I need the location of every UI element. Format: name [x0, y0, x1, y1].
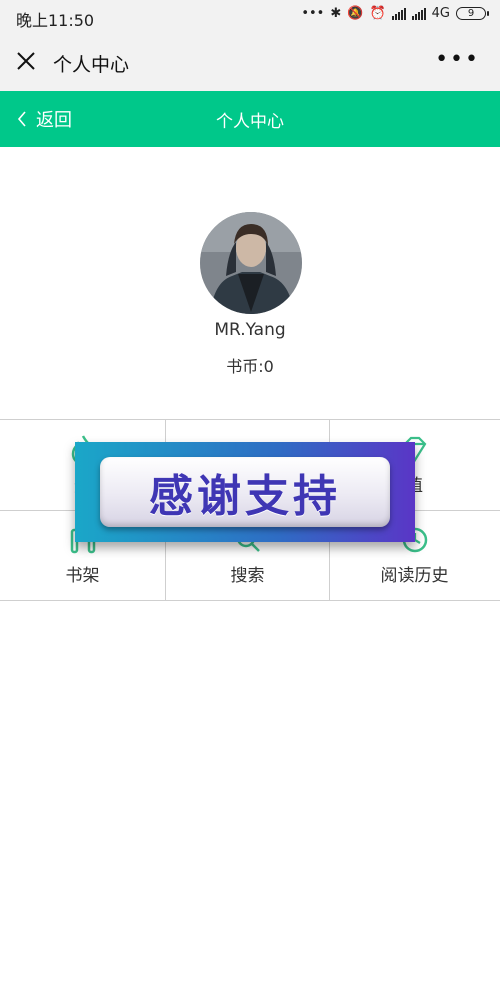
- page-title: 个人中心: [216, 112, 284, 132]
- bluetooth-icon: ✱: [330, 6, 342, 21]
- avatar-image: [200, 212, 302, 314]
- thanks-plate: 感谢支持: [100, 457, 390, 527]
- page-header: 返回 个人中心: [0, 91, 500, 147]
- close-icon[interactable]: [14, 49, 38, 73]
- wechat-title-bar: 个人中心 •••: [0, 33, 500, 91]
- more-dots-icon: •••: [301, 6, 325, 21]
- status-bar: 晚上11:50 ••• ✱ 🔕 ⏰ 4G 9: [0, 0, 500, 33]
- status-icons: ••• ✱ 🔕 ⏰ 4G 9: [301, 6, 489, 21]
- alarm-icon: ⏰: [369, 6, 386, 21]
- wechat-title: 个人中心: [53, 54, 130, 76]
- thanks-text: 感谢支持: [149, 471, 341, 522]
- network-type: 4G: [431, 6, 450, 21]
- battery-icon: 9: [456, 7, 489, 20]
- signal-icon: [411, 7, 426, 20]
- signal-icon: [391, 7, 406, 20]
- battery-level: 9: [467, 8, 475, 19]
- grid-item-label: 阅读历史: [380, 566, 449, 586]
- username: MR.Yang: [214, 320, 286, 340]
- more-menu-button[interactable]: •••: [435, 47, 480, 72]
- grid-item-label: 书架: [65, 566, 100, 586]
- avatar[interactable]: [200, 212, 302, 314]
- grid-item-label: 搜索: [230, 566, 265, 586]
- thanks-banner: 感谢支持: [75, 442, 415, 542]
- mute-bell-icon: 🔕: [347, 6, 364, 21]
- status-time: 晚上11:50: [16, 11, 95, 30]
- coin-balance: 书币:0: [226, 357, 274, 376]
